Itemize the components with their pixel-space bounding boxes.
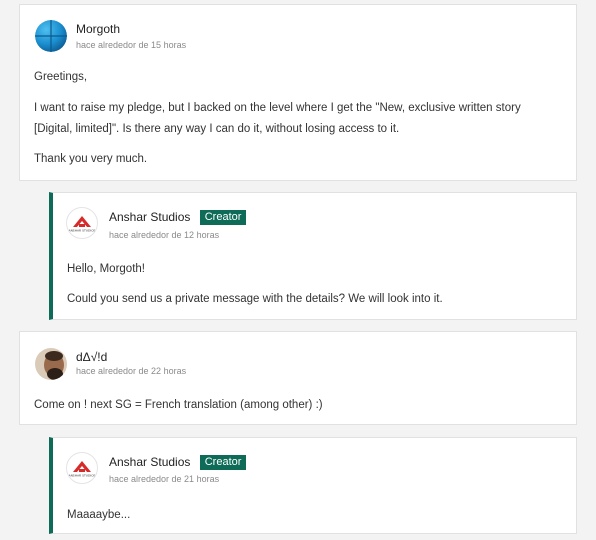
comment-paragraph: Come on ! next SG = French translation (… [34,399,323,411]
reply-timestamp: hace alrededor de 21 horas [109,474,220,484]
avatar[interactable] [35,348,67,380]
avatar[interactable] [35,20,67,52]
comment-card: dΔ√!d hace alrededor de 22 horas Come on… [19,331,577,425]
comments-page: Morgoth hace alrededor de 15 horas Greet… [0,0,596,540]
sphere-avatar-icon [35,20,67,52]
comment-timestamp: hace alrededor de 22 horas [76,366,187,376]
reply-paragraph: Maaaaybe... [67,509,131,521]
creator-author[interactable]: Anshar Studios Creator [109,210,247,225]
creator-name[interactable]: Anshar Studios [109,210,190,224]
svg-text:ANSHAR STUDIOS: ANSHAR STUDIOS [69,229,96,233]
reply-paragraph: Could you send us a private message with… [67,293,443,305]
anshar-logo-icon: ANSHAR STUDIOS [69,216,96,233]
creator-author[interactable]: Anshar Studios Creator [109,455,247,470]
creator-reply-card: ANSHAR STUDIOS Anshar Studios Creator ha… [49,192,577,320]
comment-author[interactable]: Morgoth [76,22,120,36]
reply-timestamp: hace alrededor de 12 horas [109,230,220,240]
user-photo-icon [35,348,67,380]
creator-reply-card: ANSHAR STUDIOS Anshar Studios Creator ha… [49,437,577,534]
creator-badge: Creator [199,210,247,225]
creator-badge: Creator [199,455,247,470]
anshar-logo-icon: ANSHAR STUDIOS [69,461,96,478]
comment-paragraph: Greetings, [34,71,88,83]
comment-paragraph: Thank you very much. [34,153,148,165]
reply-paragraph: Hello, Morgoth! [67,263,145,275]
creator-avatar[interactable]: ANSHAR STUDIOS [66,452,98,484]
comment-timestamp: hace alrededor de 15 horas [76,40,187,50]
comment-paragraph: I want to raise my pledge, but I backed … [34,102,521,114]
creator-avatar[interactable]: ANSHAR STUDIOS [66,207,98,239]
creator-name[interactable]: Anshar Studios [109,455,190,469]
comment-card: Morgoth hace alrededor de 15 horas Greet… [19,4,577,181]
svg-text:ANSHAR STUDIOS: ANSHAR STUDIOS [69,474,96,478]
comment-paragraph: [Digital, limited]". Is there any way I … [34,123,400,135]
comment-author[interactable]: dΔ√!d [76,350,107,364]
